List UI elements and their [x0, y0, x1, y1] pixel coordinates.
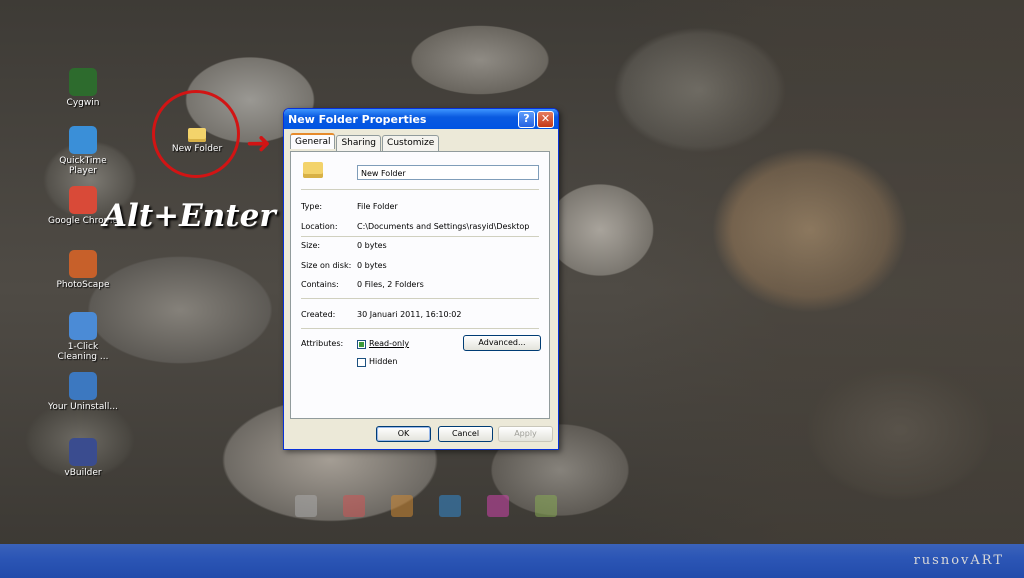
size-value: 0 bytes [357, 241, 387, 250]
tab-general[interactable]: General [290, 133, 336, 149]
shortcut-caption: Alt+Enter [103, 198, 276, 234]
location-value: C:\Documents and Settings\rasyid\Desktop [357, 222, 530, 231]
type-label: Type: [301, 202, 323, 211]
desktop-icon-photoscape[interactable]: PhotoScape [48, 250, 118, 290]
title-bar[interactable]: New Folder Properties ? ✕ [284, 109, 558, 129]
desktop-icon-quicktime[interactable]: QuickTime Player [48, 126, 118, 176]
close-button[interactable]: ✕ [537, 110, 554, 128]
help-button[interactable]: ? [518, 110, 535, 128]
blurred-dock [295, 495, 625, 521]
dialog-title: New Folder Properties [288, 112, 427, 126]
divider [301, 298, 539, 299]
hidden-label[interactable]: Hidden [369, 357, 397, 366]
folder-icon [303, 162, 323, 178]
cleaning-icon [69, 312, 97, 340]
watermark: rusnovART [913, 553, 1004, 568]
type-value: File Folder [357, 202, 398, 211]
desktop-icon-label: 1-Click Cleaning ... [57, 342, 109, 362]
size-on-disk-label: Size on disk: [301, 261, 352, 270]
desktop-icon-label: QuickTime Player [59, 156, 107, 176]
desktop-new-folder-label: New Folder [171, 144, 223, 154]
desktop-icon-label: vBuilder [64, 468, 102, 478]
chrome-icon [69, 186, 97, 214]
quicktime-icon [69, 126, 97, 154]
desktop-new-folder[interactable]: New Folder [168, 128, 226, 154]
taskbar [0, 544, 1024, 578]
apply-button[interactable]: Apply [498, 426, 553, 442]
arrow-icon: ➜ [246, 126, 272, 161]
desktop-icon-label: Cygwin [66, 98, 100, 108]
desktop-icon-builder[interactable]: vBuilder [48, 438, 118, 478]
cancel-button[interactable]: Cancel [438, 426, 493, 442]
attributes-label: Attributes: [301, 339, 344, 348]
ok-button[interactable]: OK [376, 426, 431, 442]
divider [301, 236, 539, 237]
builder-icon [69, 438, 97, 466]
tab-customize[interactable]: Customize [382, 135, 440, 151]
created-value: 30 Januari 2011, 16:10:02 [357, 310, 462, 319]
divider [301, 189, 539, 190]
hidden-checkbox[interactable] [357, 358, 366, 367]
desktop-icon-label: PhotoScape [56, 280, 110, 290]
read-only-label[interactable]: Read-only [369, 339, 409, 348]
folder-icon [188, 128, 206, 142]
advanced-button[interactable]: Advanced... [463, 335, 541, 351]
desktop-icon-label: Your Uninstall... [48, 402, 118, 412]
contains-value: 0 Files, 2 Folders [357, 280, 424, 289]
photoscape-icon [69, 250, 97, 278]
location-label: Location: [301, 222, 338, 231]
created-label: Created: [301, 310, 336, 319]
blurred-background [620, 0, 1024, 578]
size-label: Size: [301, 241, 321, 250]
folder-name-input[interactable]: New Folder [357, 165, 539, 180]
tab-sharing[interactable]: Sharing [336, 135, 382, 151]
uninstaller-icon [69, 372, 97, 400]
divider [301, 328, 539, 329]
properties-dialog: New Folder Properties ? ✕ General Sharin… [283, 108, 559, 450]
size-on-disk-value: 0 bytes [357, 261, 387, 270]
desktop-icon-uninstaller[interactable]: Your Uninstall... [48, 372, 118, 412]
desktop-icon-cleaning[interactable]: 1-Click Cleaning ... [48, 312, 118, 362]
cygwin-icon [69, 68, 97, 96]
desktop-icon-cygwin[interactable]: Cygwin [48, 68, 118, 108]
contains-label: Contains: [301, 280, 339, 289]
general-panel: New Folder Type: File Folder Location: C… [290, 151, 550, 419]
tab-bar: General Sharing Customize [284, 129, 558, 151]
read-only-checkbox[interactable] [357, 340, 366, 349]
